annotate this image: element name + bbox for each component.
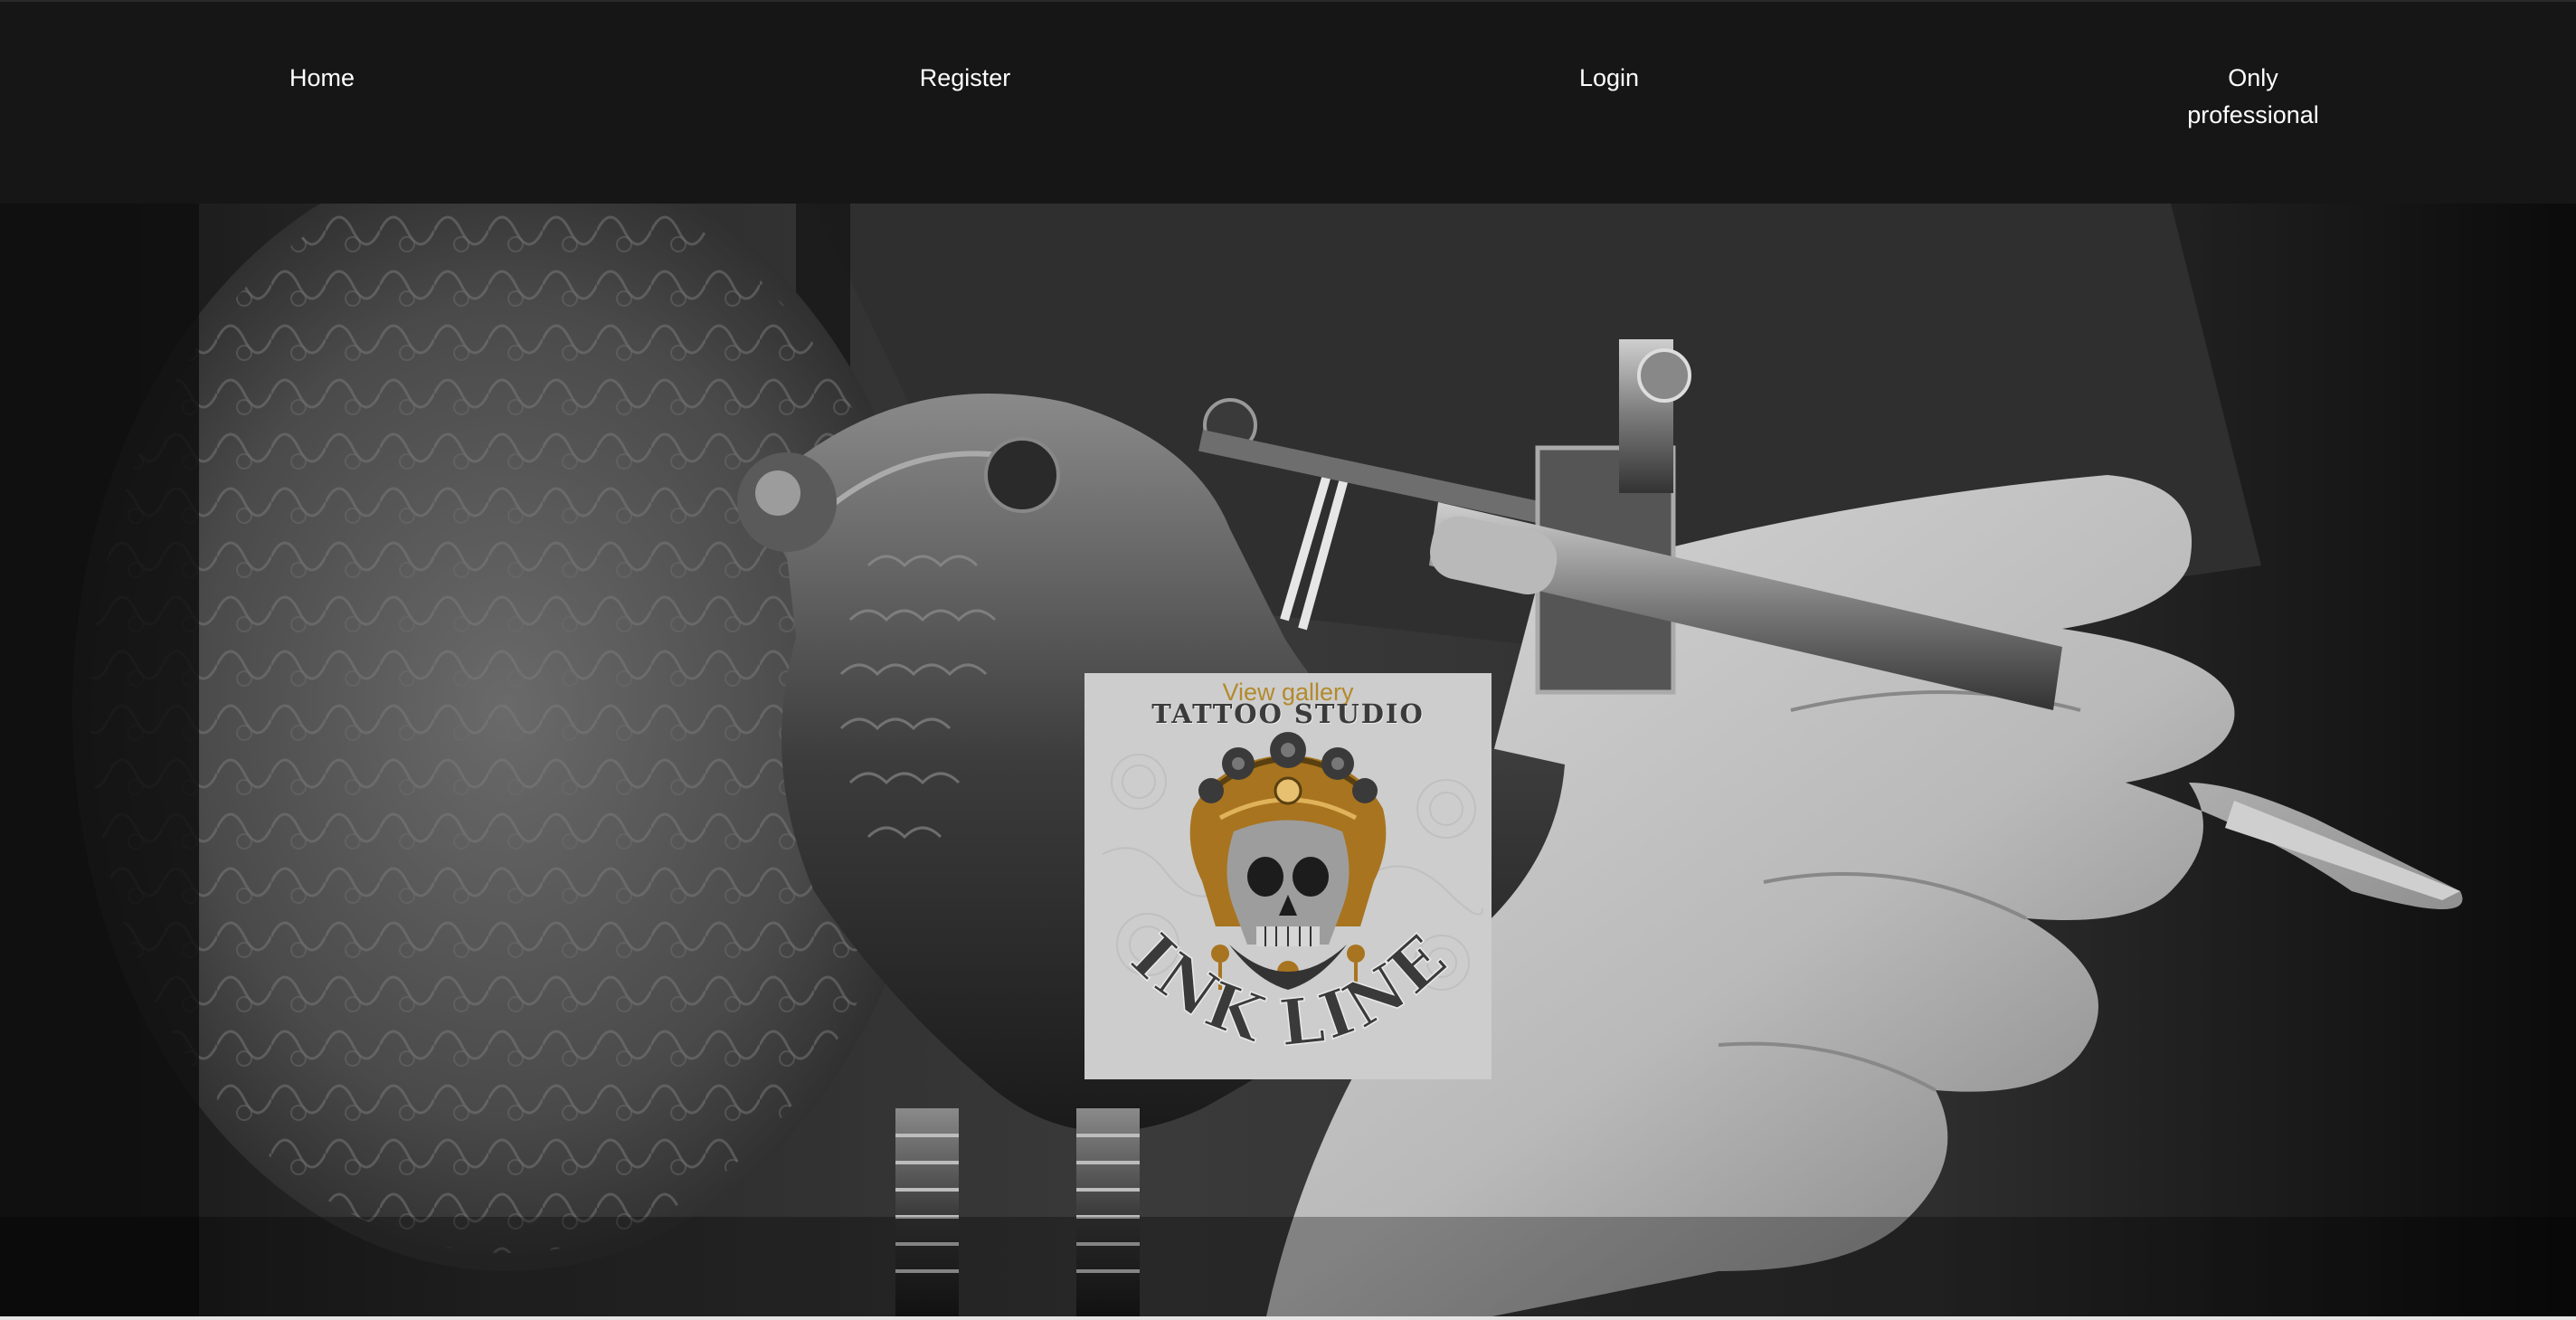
bottom-divider	[0, 1316, 2576, 1320]
top-navigation: Home Register Login Only professional	[0, 0, 2576, 204]
nav-home-link[interactable]: Home	[289, 60, 355, 97]
nav-only-professional-link[interactable]: Only professional	[2163, 60, 2344, 134]
ink-line-logo-card[interactable]: INK LINE View gallery TATTOO STUDIO	[1084, 673, 1492, 1079]
nav-login-link[interactable]: Login	[1579, 60, 1639, 97]
tattoo-studio-title: TATTOO STUDIO	[1151, 698, 1425, 729]
nav-register-link[interactable]: Register	[920, 60, 1011, 97]
skull-logo-artwork: INK LINE	[1102, 732, 1483, 1061]
page: Home Register Login Only professional IN…	[0, 0, 2576, 1320]
